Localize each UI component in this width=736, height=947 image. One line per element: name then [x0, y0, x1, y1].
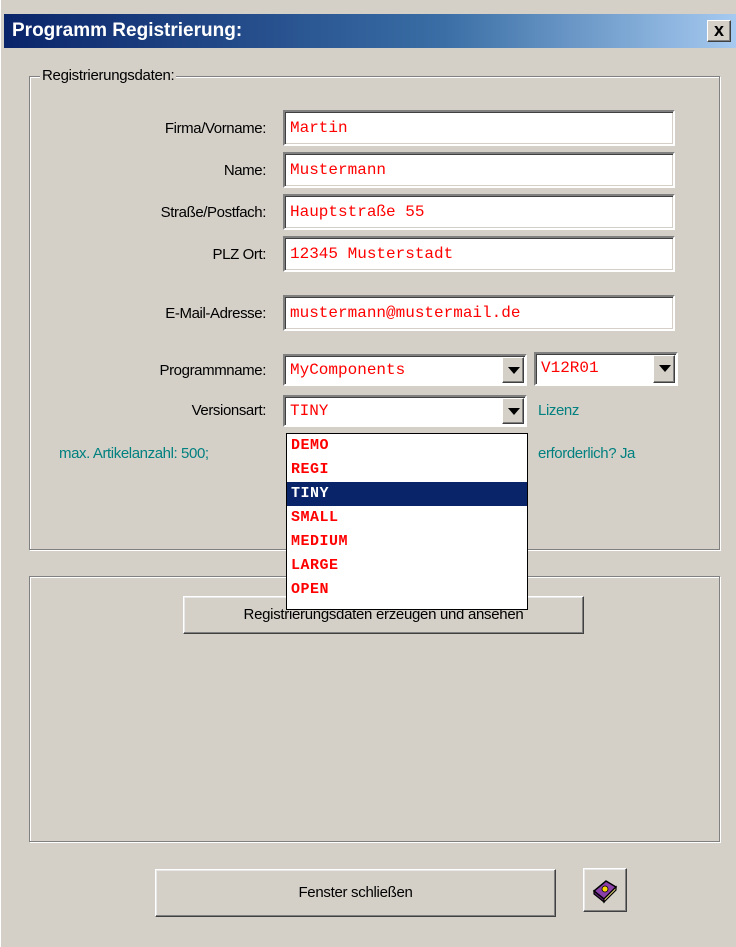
chevron-down-icon[interactable]	[502, 357, 524, 383]
dropdown-option-selected[interactable]: TINY	[287, 482, 527, 506]
lizenz-label: Lizenz	[538, 402, 579, 419]
registration-dialog: Programm Registrierung: x Registrierungs…	[0, 0, 736, 947]
versionsart-value: TINY	[290, 402, 329, 420]
name-label: Name:	[223, 162, 267, 179]
strasse-input[interactable]: Hauptstraße 55	[283, 194, 675, 230]
help-book-icon	[592, 880, 618, 904]
chevron-down-icon[interactable]	[502, 398, 524, 424]
info-text-right: erforderlich? Ja	[538, 445, 635, 462]
close-dialog-button[interactable]: Fenster schließen	[155, 869, 556, 917]
dropdown-option[interactable]: SMALL	[287, 506, 527, 530]
dropdown-option[interactable]: LARGE	[287, 554, 527, 578]
versionsart-label: Versionsart:	[191, 402, 267, 419]
dropdown-option[interactable]: MEDIUM	[287, 530, 527, 554]
plz-ort-input[interactable]: 12345 Musterstadt	[283, 236, 675, 272]
programmname-label: Programmname:	[159, 362, 266, 379]
email-input[interactable]: mustermann@mustermail.de	[283, 295, 675, 331]
dropdown-option[interactable]: REGI	[287, 458, 527, 482]
close-window-button[interactable]: x	[707, 20, 731, 42]
chevron-down-icon[interactable]	[653, 355, 675, 383]
dropdown-option[interactable]: DEMO	[287, 434, 527, 458]
version-select[interactable]: V12R01	[534, 352, 678, 386]
name-input[interactable]: Mustermann	[283, 152, 675, 188]
programmname-value: MyComponents	[290, 361, 406, 379]
plz-ort-label: PLZ Ort:	[212, 246, 267, 263]
window-title: Programm Registrierung:	[12, 20, 243, 41]
registration-group-legend: Registrierungsdaten:	[40, 67, 177, 84]
email-label: E-Mail-Adresse:	[165, 305, 266, 322]
version-value: V12R01	[541, 359, 599, 377]
strasse-label: Straße/Postfach:	[160, 204, 267, 221]
firma-label: Firma/Vorname:	[164, 120, 267, 137]
info-text: max. Artikelanzahl: 500;	[59, 445, 209, 462]
firma-input[interactable]: Martin	[283, 110, 675, 146]
dropdown-option[interactable]: OPEN	[287, 578, 527, 602]
programmname-select[interactable]: MyComponents	[283, 354, 527, 386]
help-button[interactable]	[583, 868, 627, 912]
title-bar[interactable]: Programm Registrierung: x	[4, 14, 736, 48]
versionsart-dropdown-list[interactable]: DEMO REGI TINY SMALL MEDIUM LARGE OPEN	[286, 433, 528, 610]
versionsart-select[interactable]: TINY	[283, 395, 527, 427]
close-icon: x	[713, 20, 724, 40]
